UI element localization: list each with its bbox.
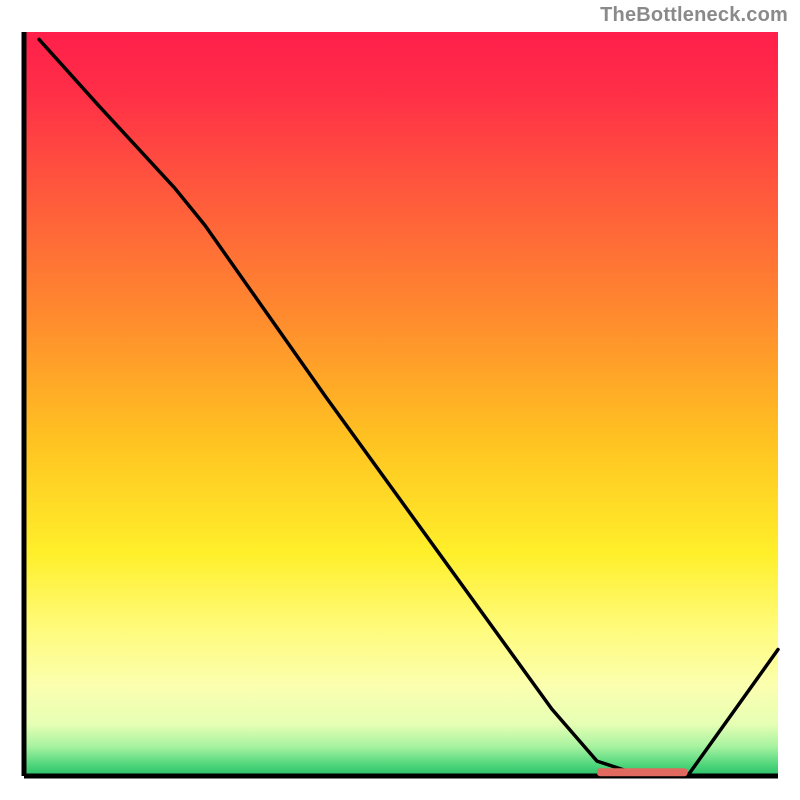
plot-background xyxy=(24,32,778,776)
chart-svg xyxy=(20,30,780,780)
optimum-marker xyxy=(597,768,687,776)
bottleneck-chart xyxy=(20,30,780,780)
attribution-text: TheBottleneck.com xyxy=(600,4,788,27)
